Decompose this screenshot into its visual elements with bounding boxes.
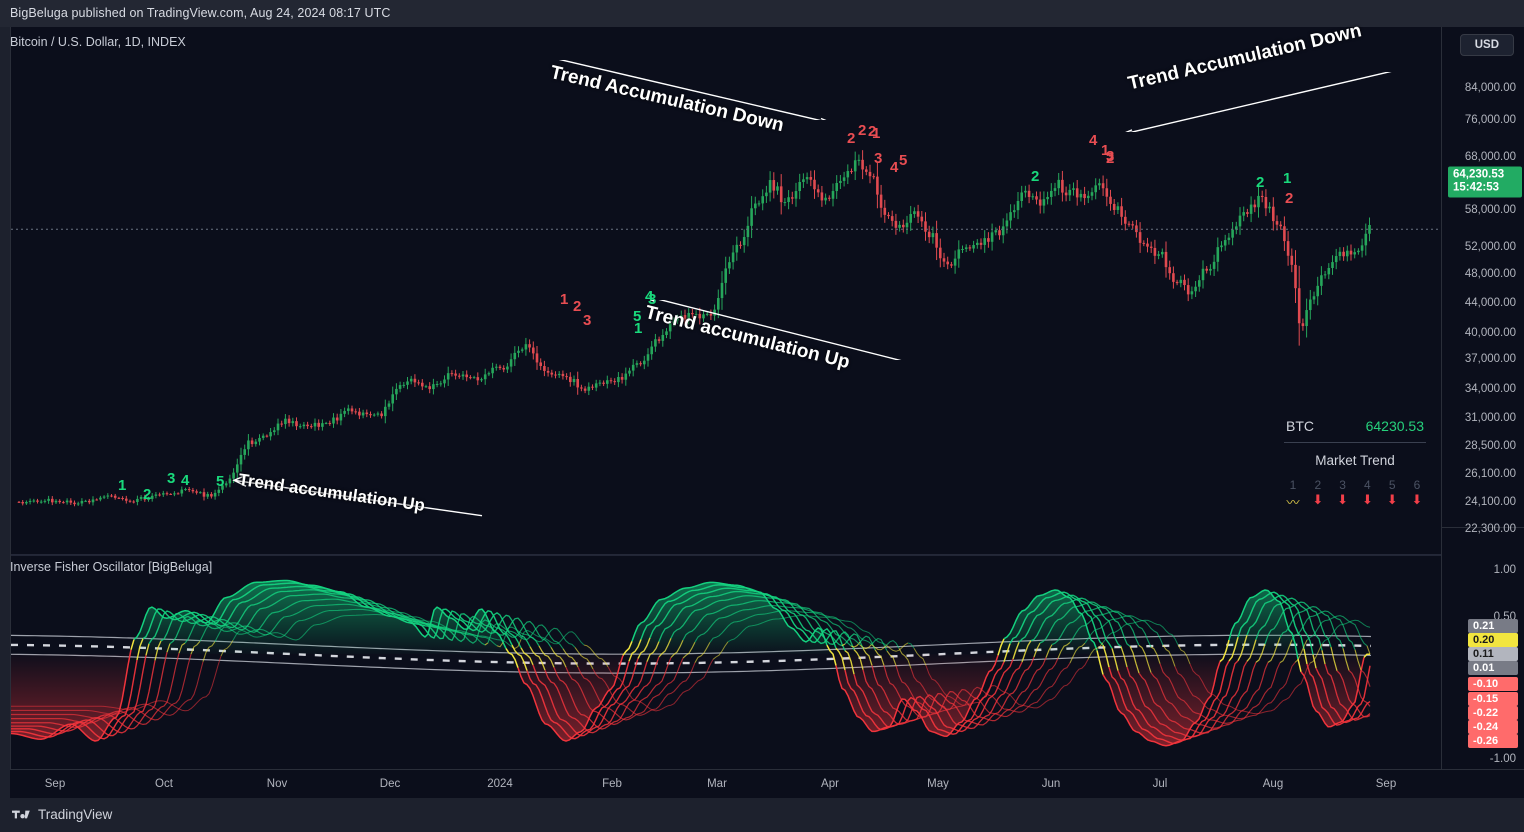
price-tick-12: 26,100.00 xyxy=(1464,468,1516,480)
osc-value-tag-0: 0.21 xyxy=(1468,619,1518,633)
arrow-down-icon: ⬇ xyxy=(1386,492,1398,507)
price-tick-5: 48,000.00 xyxy=(1464,268,1516,280)
tradingview-logo[interactable]: TradingView xyxy=(12,807,112,822)
time-tick-0: Sep xyxy=(44,778,66,790)
currency-badge[interactable]: USD xyxy=(1459,34,1514,56)
publisher-bar: BigBeluga published on TradingView.com, … xyxy=(0,0,1524,27)
osc-value-tag-1: 0.20 xyxy=(1468,633,1518,647)
symbol-row: BTC 64230.53 xyxy=(1280,418,1430,442)
osc-value-tag-2: 0.11 xyxy=(1468,647,1518,661)
oscillator-series xyxy=(11,579,1372,747)
osc-value-tag-7: -0.24 xyxy=(1468,720,1518,734)
price-tick-1: 76,000.00 xyxy=(1464,114,1516,126)
price-tick-10: 31,000.00 xyxy=(1464,412,1516,424)
market-trend-signals: 〰 ⬇ ⬇ ⬇ ⬇ ⬇ xyxy=(1280,492,1430,511)
chart-window: BigBeluga published on TradingView.com, … xyxy=(0,0,1524,832)
squiggle-icon: 〰 xyxy=(1286,495,1300,510)
price-tick-9: 34,000.00 xyxy=(1464,383,1516,395)
trend-column-1: 1 xyxy=(1289,478,1297,492)
osc-value-tag-8: -0.26 xyxy=(1468,734,1518,748)
time-tick-11: Aug xyxy=(1262,778,1284,790)
price-tick-0: 84,000.00 xyxy=(1464,82,1516,94)
time-tick-12: Sep xyxy=(1375,778,1397,790)
osc-tick-0: 1.00 xyxy=(1493,564,1516,576)
price-tick-4: 52,000.00 xyxy=(1464,241,1516,253)
candlestick-series xyxy=(11,150,1452,507)
arrow-down-icon: ⬇ xyxy=(1411,492,1423,507)
time-scale[interactable]: Sep Oct Nov Dec 2024 Feb Mar Apr May Jun Jul Aug Sep xyxy=(10,769,1524,798)
trend-column-2: 2 xyxy=(1314,478,1322,492)
time-tick-9: Jun xyxy=(1041,778,1061,790)
time-tick-3: Dec xyxy=(379,778,401,790)
osc-value-tag-6: -0.22 xyxy=(1468,706,1518,720)
symbol-label: BTC xyxy=(1286,418,1314,434)
time-tick-10: Jul xyxy=(1152,778,1168,790)
price-tick-13: 24,100.00 xyxy=(1464,496,1516,508)
price-tick-7: 40,000.00 xyxy=(1464,327,1516,339)
time-tick-1: Oct xyxy=(155,778,173,790)
price-pane[interactable] xyxy=(11,27,1452,553)
trend-column-5: 5 xyxy=(1388,478,1396,492)
time-tick-8: May xyxy=(927,778,949,790)
trend-column-3: 3 xyxy=(1339,478,1346,492)
osc-value-tag-5: -0.15 xyxy=(1468,692,1518,706)
market-trend-title: Market Trend xyxy=(1315,453,1395,468)
symbol-value: 64230.53 xyxy=(1365,418,1424,434)
chart-surface[interactable] xyxy=(10,27,1524,798)
price-tick-3: 58,000.00 xyxy=(1464,204,1516,216)
tradingview-mark-icon xyxy=(12,810,30,819)
time-tick-5: Feb xyxy=(602,778,622,790)
current-price-label: 64,230.53 15:42:53 xyxy=(1448,166,1522,198)
oscillator-pane[interactable] xyxy=(11,555,1452,794)
time-tick-2: Nov xyxy=(266,778,288,790)
price-tick-2: 68,000.00 xyxy=(1464,151,1516,163)
legend-divider xyxy=(1284,442,1426,443)
time-tick-4: 2024 xyxy=(487,778,513,790)
bar-countdown: 15:42:53 xyxy=(1453,181,1500,194)
price-tick-8: 37,000.00 xyxy=(1464,353,1516,365)
price-tick-6: 44,000.00 xyxy=(1464,297,1516,309)
current-price-value: 64,230.53 xyxy=(1453,168,1505,181)
time-tick-6: Mar xyxy=(707,778,727,790)
osc-value-tag-3: 0.01 xyxy=(1468,661,1518,675)
market-trend-legend: BTC 64230.53 Market Trend 1 2 3 4 5 6 〰 ⬇ ⬇ ⬇ ⬇ ⬇ xyxy=(1280,418,1430,511)
arrow-down-icon: ⬇ xyxy=(1312,492,1324,507)
arrow-down-icon: ⬇ xyxy=(1337,492,1349,507)
trend-column-6: 6 xyxy=(1413,478,1421,492)
price-tick-11: 28,500.00 xyxy=(1464,440,1516,452)
price-tick-14: 22,300.00 xyxy=(1464,523,1516,535)
osc-tick-2: -1.00 xyxy=(1489,753,1516,765)
price-scale[interactable]: USD 84,000.00 76,000.00 68,000.00 58,000.00… xyxy=(1441,27,1524,798)
market-trend-columns: 1 2 3 4 5 6 xyxy=(1280,478,1430,492)
arrow-down-icon: ⬇ xyxy=(1361,492,1373,507)
tradingview-wordmark: TradingView xyxy=(38,807,113,822)
osc-value-tag-4: -0.10 xyxy=(1468,677,1518,691)
trend-column-4: 4 xyxy=(1364,478,1371,492)
time-tick-7: Apr xyxy=(821,778,839,790)
footer-bar: TradingView xyxy=(0,798,1524,832)
